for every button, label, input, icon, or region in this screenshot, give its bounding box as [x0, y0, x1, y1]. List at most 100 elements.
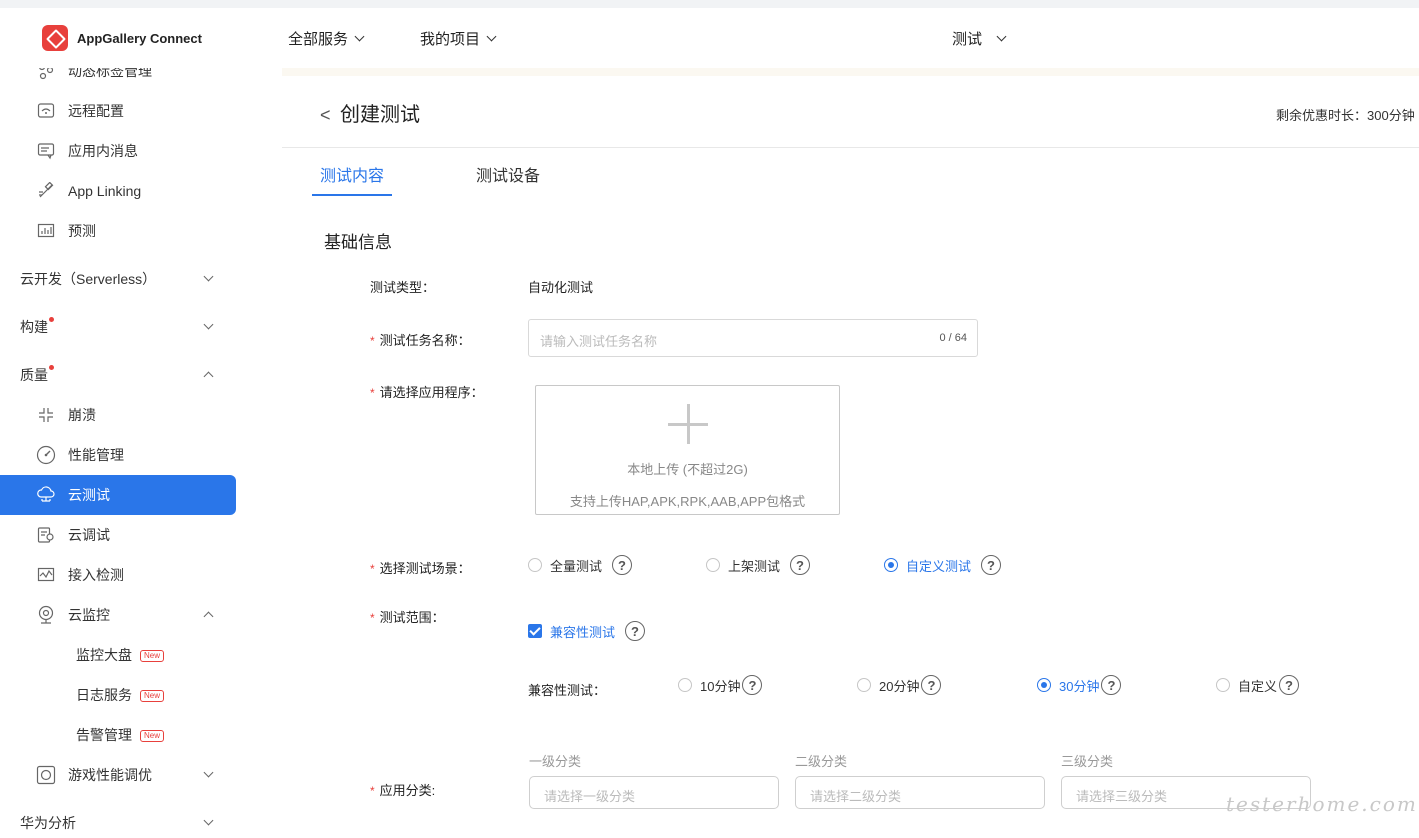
sidebar-item-in-app-message[interactable]: 应用内消息 — [0, 131, 236, 171]
sidebar-group-label: 质量 — [20, 367, 48, 383]
app-logo[interactable]: AppGallery Connect — [42, 25, 202, 51]
sidebar-item-cloud-test[interactable]: 云测试 — [0, 475, 236, 515]
chevron-down-icon — [203, 767, 214, 778]
sidebar-group-serverless[interactable]: 云开发（Serverless） — [0, 259, 236, 299]
select-placeholder: 请选择一级分类 — [544, 789, 636, 804]
sidebar-group-label-wrap: 质量 — [20, 365, 54, 385]
category-level2-select[interactable]: 请选择二级分类 — [795, 776, 1045, 809]
chevron-down-icon — [996, 31, 1007, 41]
notification-dot — [49, 365, 54, 370]
required-marker: * — [370, 334, 375, 348]
radio-label: 10分钟 — [700, 678, 741, 694]
category-label-wrap: * 应用分类: — [370, 780, 435, 799]
sidebar-item-prediction[interactable]: 预测 — [0, 211, 236, 251]
scene-label-wrap: * 选择测试场景： — [370, 558, 471, 577]
category-level1-select[interactable]: 请选择一级分类 — [529, 776, 779, 809]
checkbox-checked — [528, 624, 542, 638]
sidebar-group-huawei-analytics[interactable]: 华为分析 — [0, 803, 236, 838]
sidebar-item-remote-config[interactable]: 远程配置 — [0, 91, 236, 131]
new-badge: New — [140, 650, 165, 663]
cloud-debug-icon — [36, 525, 56, 545]
logo-text: AppGallery Connect — [77, 30, 202, 46]
tab-test-content[interactable]: 测试内容 — [320, 162, 384, 186]
help-icon[interactable]: ? — [1279, 675, 1300, 695]
radio-label: 全量测试 — [550, 558, 603, 574]
duration-custom-radio[interactable]: 自定义? — [1216, 675, 1300, 695]
help-icon[interactable]: ? — [742, 675, 763, 695]
sidebar-item-monitor-dashboard[interactable]: 监控大盘 New — [0, 635, 236, 675]
plus-icon-vertical — [687, 404, 690, 444]
sidebar-item-app-linking[interactable]: App Linking — [0, 171, 236, 211]
category-label: 应用分类: — [379, 783, 436, 798]
sidebar-item-label-wrap: 日志服务 New — [76, 685, 165, 705]
sidebar-group-build[interactable]: 构建 — [0, 307, 236, 347]
nav-my-projects[interactable]: 我的项目 — [420, 28, 497, 49]
app-select-label: 请选择应用程序： — [379, 385, 484, 400]
sidebar-item-tag-management[interactable]: 动态标签管理 — [0, 68, 236, 91]
duration-30-radio[interactable]: 30分钟? — [1037, 675, 1122, 695]
scene-custom-radio[interactable]: 自定义测试? — [884, 555, 1002, 575]
nav-label: 我的项目 — [420, 31, 481, 48]
sidebar-item-game-performance[interactable]: 游戏性能调优 — [0, 755, 236, 795]
nav-label: 测试 — [952, 31, 983, 48]
duration-20-radio[interactable]: 20分钟? — [857, 675, 942, 695]
remote-config-icon — [36, 101, 56, 121]
sidebar-item-label: 游戏性能调优 — [68, 767, 152, 783]
nav-all-services[interactable]: 全部服务 — [288, 28, 365, 49]
sidebar-item-label: 日志服务 — [76, 687, 132, 703]
category-level1-title: 一级分类 — [529, 754, 582, 769]
sidebar-item-performance[interactable]: 性能管理 — [0, 435, 236, 475]
scene-full-radio[interactable]: 全量测试? — [528, 555, 633, 575]
sidebar-item-cloud-monitor[interactable]: 云监控 — [0, 595, 236, 635]
help-icon[interactable]: ? — [612, 555, 633, 575]
char-counter: 0 / 64 — [939, 332, 967, 344]
scene-listing-radio[interactable]: 上架测试? — [706, 555, 811, 575]
radio-circle — [678, 678, 692, 692]
select-placeholder: 请选择三级分类 — [1076, 789, 1168, 804]
game-icon — [36, 765, 56, 785]
help-icon[interactable]: ? — [625, 621, 646, 641]
radio-circle — [1216, 678, 1230, 692]
sidebar-item-label: 预测 — [68, 223, 96, 239]
top-bar: AppGallery Connect 全部服务 我的项目 测试 — [0, 0, 1419, 68]
sidebar-item-label: 云测试 — [68, 487, 110, 503]
test-type-label: 测试类型： — [370, 280, 436, 295]
help-icon[interactable]: ? — [921, 675, 942, 695]
upload-area[interactable]: 本地上传 (不超过2G) 支持上传HAP,APK,RPK,AAB,APP包格式 — [535, 385, 840, 515]
radio-circle — [706, 558, 720, 572]
sidebar-item-label: 云监控 — [68, 607, 110, 623]
required-marker: * — [370, 784, 375, 798]
task-name-input[interactable]: 请输入测试任务名称 0 / 64 — [528, 319, 978, 357]
sidebar-item-label: 崩溃 — [68, 407, 96, 423]
notification-dot — [49, 317, 54, 322]
required-marker: * — [370, 386, 375, 400]
back-icon[interactable]: < — [320, 105, 331, 126]
main-panel: < 创建测试 剩余优惠时长：300分钟 测试内容 测试设备 基础信息 测试类型：… — [282, 68, 1419, 838]
access-check-icon — [36, 565, 56, 585]
sidebar-item-crash[interactable]: 崩溃 — [0, 395, 236, 435]
sidebar: 动态标签管理 远程配置 应用内消息 App Linking 预测 云开发（Ser… — [0, 68, 282, 838]
radio-label: 自定义测试 — [906, 558, 972, 574]
appgallery-logo-icon — [42, 25, 68, 51]
sidebar-group-label: 华为分析 — [20, 815, 76, 831]
nav-project-selector[interactable]: 测试 — [952, 28, 1007, 49]
duration-10-radio[interactable]: 10分钟? — [678, 675, 763, 695]
sidebar-item-alert-management[interactable]: 告警管理 New — [0, 715, 236, 755]
sidebar-item-log-service[interactable]: 日志服务 New — [0, 675, 236, 715]
scene-label: 选择测试场景： — [379, 561, 471, 576]
sidebar-item-access-check[interactable]: 接入检测 — [0, 555, 236, 595]
sidebar-item-label: 告警管理 — [76, 727, 132, 743]
sidebar-item-cloud-debug[interactable]: 云调试 — [0, 515, 236, 555]
task-name-label: 测试任务名称： — [379, 333, 471, 348]
chevron-down-icon — [486, 31, 497, 41]
tab-test-devices[interactable]: 测试设备 — [476, 162, 540, 186]
help-icon[interactable]: ? — [1101, 675, 1122, 695]
help-icon[interactable]: ? — [790, 555, 811, 575]
sidebar-item-label-wrap: 告警管理 New — [76, 725, 165, 745]
remaining-quota: 剩余优惠时长：300分钟 — [1276, 108, 1415, 123]
compat-test-checkbox[interactable]: 兼容性测试? — [528, 621, 646, 641]
notice-strip — [282, 68, 1419, 76]
category-level3-title: 三级分类 — [1061, 754, 1114, 769]
help-icon[interactable]: ? — [981, 555, 1002, 575]
sidebar-group-quality[interactable]: 质量 — [0, 355, 236, 395]
